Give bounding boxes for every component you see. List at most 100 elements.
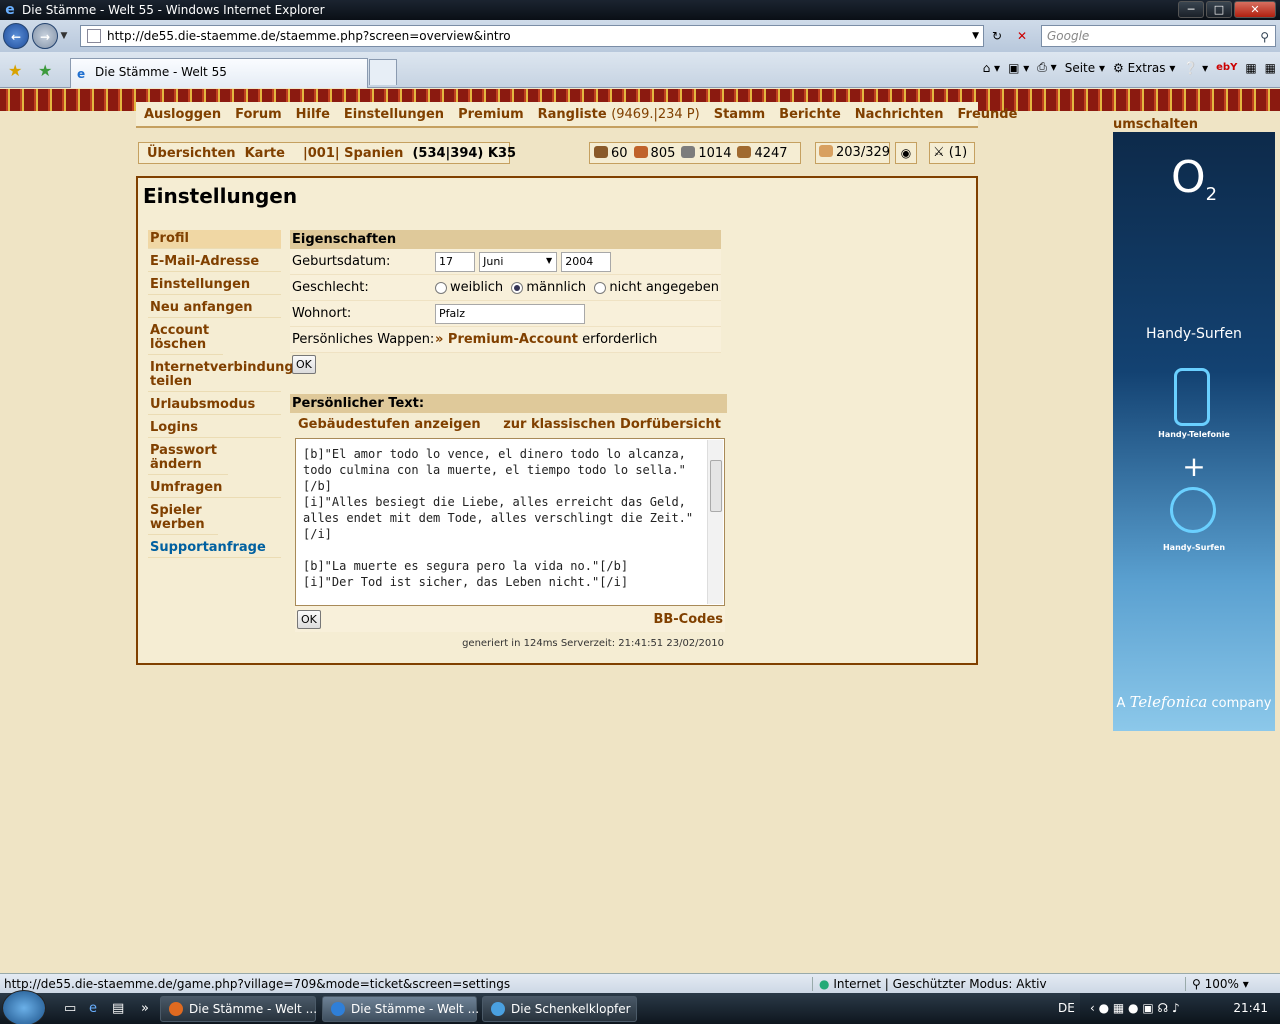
zoom-icon: ⚲ [1192,977,1201,991]
ebay-icon[interactable]: ebY [1216,62,1237,73]
window-title-bar: e Die Stämme - Welt 55 - Windows Interne… [0,0,1280,20]
print-icon[interactable]: ⎙ ▾ [1037,60,1056,75]
ad-switch-link[interactable]: umschalten [1113,117,1198,132]
back-button[interactable]: ← [3,23,29,49]
sidebar-item-einstellungen[interactable]: Einstellungen [148,276,281,295]
scrollbar-thumb[interactable] [710,460,722,512]
premium-account-link[interactable]: » Premium-Account [435,332,578,347]
sidebar-item-umfragen[interactable]: Umfragen [148,479,281,498]
security-zone[interactable]: ● Internet | Geschützter Modus: Aktiv [812,977,1047,991]
add-favorites-icon[interactable]: ★ [38,61,52,80]
sidebar-item-supportanfrage[interactable]: Supportanfrage [148,539,281,558]
show-building-levels-link[interactable]: Gebäudestufen anzeigen [298,417,481,432]
sidebar-item-neu-anfangen[interactable]: Neu anfangen [148,299,281,318]
language-indicator[interactable]: DE [1058,1001,1075,1015]
personal-text-box: [b]"El amor todo lo vence, el dinero tod… [295,438,725,606]
phone-icon [1174,368,1210,426]
menu-logout[interactable]: Ausloggen [144,107,221,122]
menu-messages[interactable]: Nachrichten [855,107,944,122]
help-icon[interactable]: ❔ ▾ [1183,61,1208,75]
taskbar: ▭ e ▤ » Die Stämme - Welt ... Die Stämme… [0,990,1280,1024]
overviews-link[interactable]: Übersichten [147,146,236,161]
home-icon[interactable]: ⌂ ▾ [983,61,1000,75]
favorites-star-icon[interactable]: ★ [8,61,22,80]
address-bar[interactable]: http://de55.die-staemme.de/staemme.php?s… [80,25,984,47]
sidebar-item-internetverbindung[interactable]: Internetverbindung teilen [148,359,294,392]
new-tab-button[interactable] [369,59,397,85]
sidebar-item-urlaubsmodus[interactable]: Urlaubsmodus [148,396,281,415]
menu-help[interactable]: Hilfe [296,107,330,122]
storage-icon [737,145,752,158]
gender-female-radio[interactable] [435,281,447,294]
properties-ok-button[interactable]: OK [292,355,316,374]
taskbar-item-ie[interactable]: Die Stämme - Welt ... [322,996,480,1022]
maximize-button[interactable]: □ [1206,1,1232,18]
gender-label: Geschlecht: [292,280,369,295]
storage-value: 4247 [754,145,788,161]
bb-codes-link[interactable]: BB-Codes [653,612,723,627]
sidebar-item-passwort[interactable]: Passwort ändern [148,442,228,475]
menu-ranking[interactable]: Rangliste (9469.|234 P) [538,107,700,122]
map-link[interactable]: Karte [245,146,285,161]
birthday-year-input[interactable]: 2004 [561,251,612,272]
city-input[interactable]: Pfalz [435,303,585,324]
o2-advertisement[interactable]: O2 Handy-Surfen Handy-Telefonie + Handy-… [1113,132,1275,731]
sidebar-item-profil[interactable]: Profil [148,230,281,249]
more-icon[interactable]: ▦ [1265,61,1276,75]
birthday-day-input[interactable]: 17 [435,251,475,272]
switch-windows-icon[interactable]: ▤ [112,1001,124,1016]
addon-icon[interactable]: ▦ [1245,61,1256,75]
sidebar-item-spieler-werben[interactable]: Spieler werben [148,502,218,535]
textarea-scrollbar[interactable] [707,440,723,604]
village-coords: (534|394) K35 [412,146,517,161]
history-dropdown-icon[interactable]: ▼ [58,31,70,41]
taskbar-item-chat[interactable]: Die Schenkelklopfer [482,996,637,1022]
wood-value: 60 [611,145,628,161]
clock[interactable]: 21:41 [1233,1001,1268,1015]
sidebar-item-account-loeschen[interactable]: Account löschen [148,322,223,355]
taskbar-item-label: Die Schenkelklopfer [511,1002,631,1016]
zoom-control[interactable]: ⚲ 100% ▾ [1185,977,1249,991]
settings-sidebar: Profil E-Mail-Adresse Einstellungen Neu … [148,230,294,562]
menu-settings[interactable]: Einstellungen [344,107,444,122]
feeds-icon[interactable]: ▣ ▾ [1008,61,1029,75]
show-desktop-icon[interactable]: ▭ [64,1001,76,1016]
gender-male-radio[interactable] [511,281,524,294]
address-dropdown-icon[interactable]: ▼ [972,31,979,41]
sidebar-item-logins[interactable]: Logins [148,419,281,438]
birthday-month-select[interactable]: Juni ▼ [479,251,558,272]
ie-icon [331,1002,345,1016]
quest-icon[interactable]: ◉ [895,142,917,164]
server-info: generiert in 124ms Serverzeit: 21:41:51 … [462,638,724,649]
incoming-attacks[interactable]: ⚔ (1) [929,142,975,164]
quicklaunch-more-icon[interactable]: » [141,1001,149,1016]
classic-overview-link[interactable]: zur klassischen Dorfübersicht [503,417,721,432]
refresh-icon[interactable]: ↻ [986,26,1008,46]
menu-friends[interactable]: Freunde [958,107,1018,122]
ie-quicklaunch-icon[interactable]: e [89,1001,97,1016]
gender-none-radio[interactable] [594,281,607,294]
close-button[interactable]: ✕ [1234,1,1276,18]
personal-text-ok-button[interactable]: OK [297,609,321,629]
page-menu[interactable]: Seite ▾ [1065,61,1105,75]
gender-male-label: männlich [526,280,587,295]
minimize-button[interactable]: ─ [1178,1,1204,18]
tab-die-staemme[interactable]: e Die Stämme - Welt 55 [70,58,368,88]
menu-reports[interactable]: Berichte [779,107,841,122]
extras-menu[interactable]: ⚙ Extras ▾ [1113,61,1175,75]
search-icon[interactable]: ⚲ [1260,27,1269,47]
taskbar-item-label: Die Stämme - Welt ... [351,1002,480,1016]
menu-tribe[interactable]: Stamm [714,107,765,122]
personal-text-area[interactable]: [b]"El amor todo lo vence, el dinero tod… [297,440,707,604]
taskbar-item-firefox[interactable]: Die Stämme - Welt ... [160,996,317,1022]
village-name-link[interactable]: |001| Spanien [303,146,403,161]
forward-button[interactable]: → [32,23,58,49]
menu-forum[interactable]: Forum [235,107,282,122]
search-box[interactable]: Google ⚲ [1041,25,1276,47]
ad-headline: Handy-Surfen [1146,326,1242,342]
menu-premium[interactable]: Premium [458,107,524,122]
sidebar-item-email[interactable]: E-Mail-Adresse [148,253,281,272]
tray-icons[interactable]: ‹ ● ▦ ● ▣ ☊ ♪ [1090,1001,1180,1015]
start-button[interactable] [2,990,46,1024]
stop-icon[interactable]: ✕ [1011,26,1033,46]
